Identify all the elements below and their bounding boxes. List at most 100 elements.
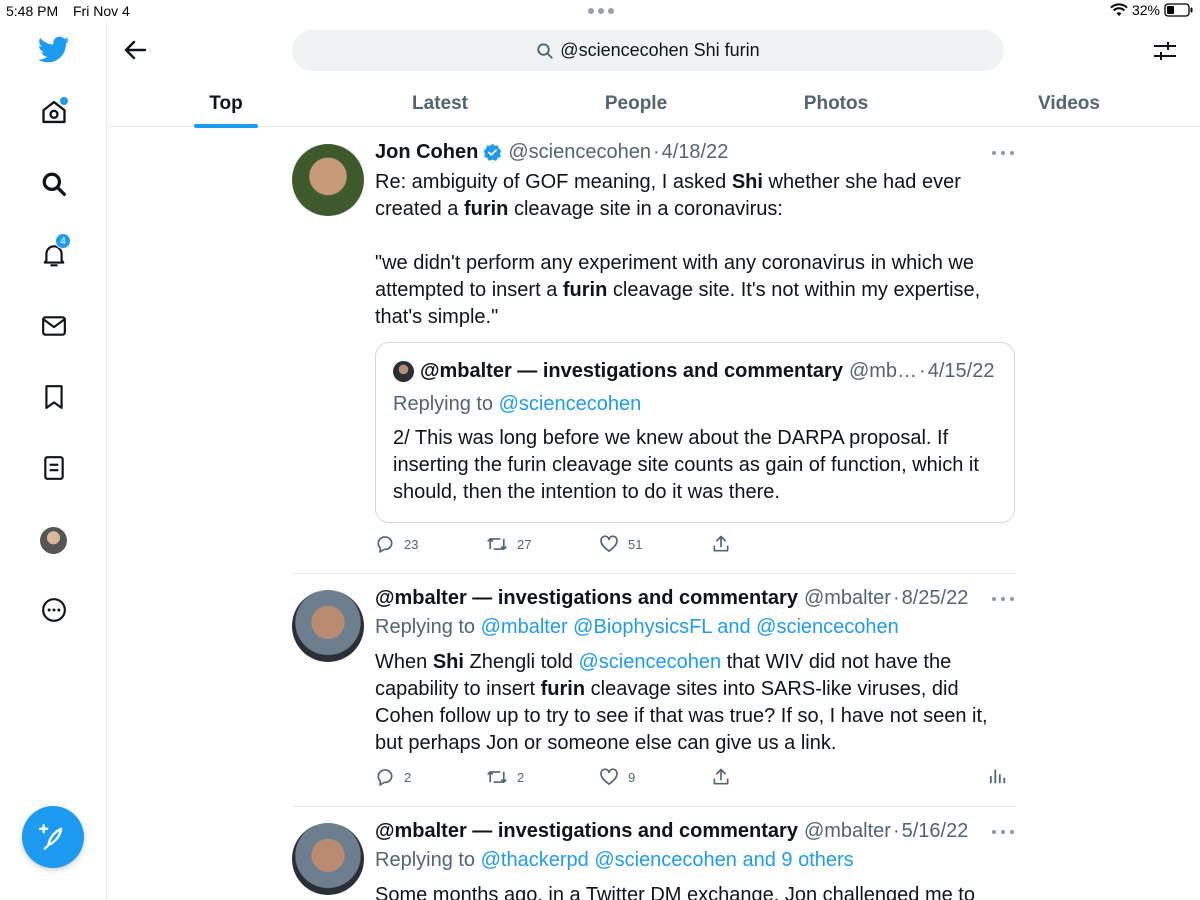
replying-to-link[interactable]: @thackerpd @sciencecohen and 9 others xyxy=(481,849,854,871)
battery-percent: 32% xyxy=(1131,2,1160,18)
search-input[interactable]: @sciencecohen Shi furin xyxy=(292,30,1004,71)
like-heart-icon xyxy=(599,534,619,554)
quoted-tweet[interactable]: @mbalter — investigations and commentary… xyxy=(375,342,1015,523)
share-button[interactable] xyxy=(711,534,731,554)
explore-search-icon[interactable] xyxy=(38,168,70,200)
multitasking-dots-icon[interactable] xyxy=(588,8,614,14)
retweet-count: 2 xyxy=(517,769,525,785)
quoted-author-handle: @mb… xyxy=(848,360,918,382)
lists-icon[interactable] xyxy=(38,452,70,484)
replying-to-link[interactable]: @mbalter @BiophysicsFL and @sciencecohen xyxy=(481,616,899,638)
replying-to: Replying to @mbalter @BiophysicsFL and @… xyxy=(375,616,899,638)
separator-dot: · xyxy=(652,141,660,163)
tweet-header: @mbalter — investigations and commentary… xyxy=(375,820,968,843)
quoted-author-avatar xyxy=(393,361,414,382)
tweet[interactable]: @mbalter — investigations and commentary… xyxy=(292,573,1016,806)
profile-avatar[interactable] xyxy=(40,527,67,554)
analytics-button[interactable] xyxy=(989,767,1007,785)
tweet-paragraph: Re: ambiguity of GOF meaning, I asked Sh… xyxy=(375,171,961,220)
wifi-icon xyxy=(1110,3,1128,17)
quoted-author-name: @mbalter — investigations and commentary xyxy=(420,360,843,382)
tweet-date[interactable]: 8/25/22 xyxy=(902,587,969,610)
tweet-header: @mbalter — investigations and commentary… xyxy=(375,587,968,610)
retweet-icon xyxy=(486,767,508,787)
status-bar: 5:48 PM Fri Nov 4 32% xyxy=(0,0,1200,22)
author-handle[interactable]: @sciencecohen xyxy=(508,141,651,164)
quoted-tweet-text: 2/ This was long before we knew about th… xyxy=(393,427,979,503)
author-name[interactable]: @mbalter — investigations and commentary xyxy=(375,820,798,843)
quoted-tweet-date: 4/15/22 xyxy=(927,360,995,382)
more-options-icon[interactable] xyxy=(992,594,1014,604)
status-date: Fri Nov 4 xyxy=(73,3,130,19)
battery-icon xyxy=(1164,3,1194,17)
more-circle-icon[interactable] xyxy=(38,594,70,626)
more-options-icon[interactable] xyxy=(992,827,1014,837)
tweet-actions: 23 27 51 xyxy=(375,534,1005,556)
tab-top[interactable]: Top xyxy=(194,80,258,128)
status-right: 32% xyxy=(1110,2,1194,18)
tweet-text: Re: ambiguity of GOF meaning, I asked Sh… xyxy=(375,169,1005,331)
notifications-bell-icon[interactable]: 4 xyxy=(38,233,71,271)
author-avatar[interactable] xyxy=(292,144,364,216)
analytics-bars-icon xyxy=(989,767,1007,785)
back-arrow-icon[interactable] xyxy=(120,35,150,65)
replying-to: Replying to @thackerpd @sciencecohen and… xyxy=(375,849,854,871)
status-time: 5:48 PM xyxy=(6,3,59,19)
search-query: @sciencecohen Shi furin xyxy=(560,40,760,60)
like-button[interactable]: 9 xyxy=(599,767,635,787)
compose-tweet-button[interactable] xyxy=(22,806,84,868)
reply-button[interactable]: 2 xyxy=(375,767,411,787)
share-icon xyxy=(711,767,731,787)
more-options-icon[interactable] xyxy=(992,148,1014,158)
reply-count: 23 xyxy=(404,536,419,552)
mention-link[interactable]: @sciencecohen xyxy=(578,651,721,673)
tab-photos[interactable]: Photos xyxy=(786,80,886,127)
reply-icon xyxy=(375,767,395,787)
bookmark-icon[interactable] xyxy=(38,381,70,413)
retweet-button[interactable]: 27 xyxy=(486,534,531,554)
reply-icon xyxy=(375,534,395,554)
tweet-date[interactable]: 5/16/22 xyxy=(902,820,969,843)
tweet-actions: 2 2 9 xyxy=(375,767,1007,789)
reply-button[interactable]: 23 xyxy=(375,534,418,554)
tweet-paragraph: "we didn't perform any experiment with a… xyxy=(375,252,981,328)
tweet-header: Jon Cohen @sciencecohen · 4/18/22 xyxy=(375,141,728,164)
separator-dot: · xyxy=(892,820,900,842)
author-name[interactable]: Jon Cohen xyxy=(375,141,478,164)
tab-latest[interactable]: Latest xyxy=(390,80,490,127)
home-icon[interactable] xyxy=(38,96,70,128)
author-name[interactable]: @mbalter — investigations and commentary xyxy=(375,587,798,610)
tab-people[interactable]: People xyxy=(586,80,686,127)
twitter-logo-icon[interactable] xyxy=(38,34,70,66)
tweet-text: When Shi Zhengli told @sciencecohen that… xyxy=(375,651,988,754)
share-button[interactable] xyxy=(711,767,731,787)
author-handle[interactable]: @mbalter xyxy=(804,820,891,843)
tab-videos[interactable]: Videos xyxy=(1019,80,1119,127)
notification-count-badge: 4 xyxy=(55,233,71,249)
author-avatar[interactable] xyxy=(292,823,364,895)
retweet-icon xyxy=(486,534,508,554)
tweet-text: Some months ago, in a Twitter DM exchang… xyxy=(375,884,975,900)
retweet-button[interactable]: 2 xyxy=(486,767,524,787)
share-icon xyxy=(711,534,731,554)
separator-dot: · xyxy=(919,360,926,382)
replying-to-link[interactable]: @sciencecohen xyxy=(499,393,642,415)
author-avatar[interactable] xyxy=(292,590,364,662)
search-icon xyxy=(536,42,554,60)
search-tabs: Top Latest People Photos Videos xyxy=(108,80,1200,128)
home-unread-dot xyxy=(60,97,68,105)
like-heart-icon xyxy=(599,767,619,787)
like-count: 9 xyxy=(628,769,636,785)
quoted-replying-to: Replying to @sciencecohen xyxy=(393,393,642,415)
separator-dot: · xyxy=(892,587,900,609)
like-button[interactable]: 51 xyxy=(599,534,642,554)
search-filter-icon[interactable] xyxy=(1150,36,1180,66)
left-navigation: 4 xyxy=(0,22,107,900)
retweet-count: 27 xyxy=(517,536,532,552)
messages-envelope-icon[interactable] xyxy=(38,310,70,342)
tweet[interactable]: @mbalter — investigations and commentary… xyxy=(292,806,1016,900)
author-handle[interactable]: @mbalter xyxy=(804,587,891,610)
tweet[interactable]: Jon Cohen @sciencecohen · 4/18/22 Re: am… xyxy=(292,128,1016,573)
tweet-date[interactable]: 4/18/22 xyxy=(662,141,729,164)
like-count: 51 xyxy=(628,536,643,552)
